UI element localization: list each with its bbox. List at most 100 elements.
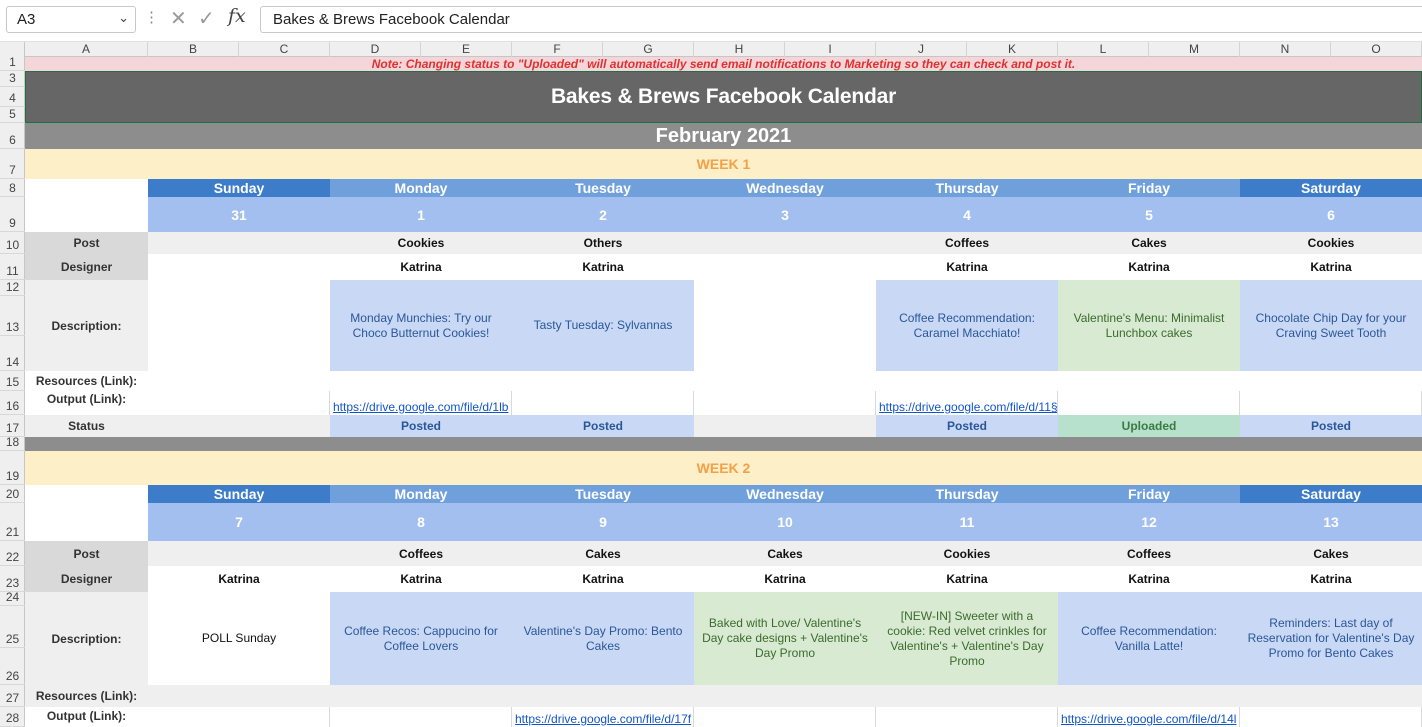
row-header[interactable]: 1	[0, 55, 25, 71]
status-cell[interactable]: Posted	[330, 415, 512, 437]
designer-name[interactable]: Katrina	[512, 566, 694, 592]
column-header[interactable]: L	[1058, 42, 1149, 57]
day-number[interactable]: 31	[148, 197, 330, 232]
post-category[interactable]: Cookies	[1240, 232, 1422, 254]
column-header[interactable]: I	[785, 42, 876, 57]
status-cell[interactable]: Posted	[512, 415, 694, 437]
designer-name[interactable]: Katrina	[1240, 566, 1422, 592]
post-category[interactable]	[148, 232, 330, 254]
designer-name[interactable]: Katrina	[148, 566, 330, 592]
status-cell[interactable]: Uploaded	[1058, 415, 1240, 437]
more-icon[interactable]: ⋮	[144, 8, 159, 26]
resources-row[interactable]	[148, 371, 1422, 391]
post-category[interactable]: Cookies	[330, 232, 512, 254]
status-cell[interactable]	[694, 415, 876, 437]
post-description[interactable]: Tasty Tuesday: Sylvannas	[512, 280, 694, 371]
output-link[interactable]: https://drive.google.com/file/d/11§	[876, 391, 1058, 415]
column-header[interactable]: G	[603, 42, 694, 57]
designer-name[interactable]: Katrina	[330, 254, 512, 280]
post-description[interactable]: Coffee Recos: Cappucino for Coffee Lover…	[330, 592, 512, 685]
row-header[interactable]: 18	[0, 435, 25, 451]
status-cell[interactable]: Posted	[1240, 415, 1422, 437]
post-category[interactable]	[694, 232, 876, 254]
day-number[interactable]: 5	[1058, 197, 1240, 232]
row-header[interactable]: 26	[0, 648, 25, 685]
column-header[interactable]: M	[1149, 42, 1240, 57]
post-description[interactable]	[148, 280, 330, 371]
row-header[interactable]: 22	[0, 541, 25, 566]
row-header[interactable]: 4	[0, 87, 25, 107]
chevron-down-icon[interactable]: ⌄	[118, 10, 129, 26]
column-header[interactable]: A	[25, 42, 148, 57]
column-header[interactable]: H	[694, 42, 785, 57]
post-category[interactable]: Coffees	[330, 541, 512, 566]
post-category[interactable]: Cakes	[694, 541, 876, 566]
day-number[interactable]: 2	[512, 197, 694, 232]
output-link[interactable]: https://drive.google.com/file/d/1lb	[330, 391, 512, 415]
post-category[interactable]: Cakes	[1058, 232, 1240, 254]
designer-name[interactable]: Katrina	[1058, 566, 1240, 592]
day-number[interactable]: 4	[876, 197, 1058, 232]
designer-name[interactable]: Katrina	[1240, 254, 1422, 280]
designer-name[interactable]	[148, 254, 330, 280]
post-description[interactable]: Baked with Love/ Valentine's Day cake de…	[694, 592, 876, 685]
row-header[interactable]: 20	[0, 485, 25, 503]
row-header[interactable]: 17	[0, 415, 25, 437]
row-header[interactable]: 28	[0, 707, 25, 727]
post-category[interactable]: Cookies	[876, 541, 1058, 566]
post-category[interactable]: Cakes	[1240, 541, 1422, 566]
designer-name[interactable]	[694, 254, 876, 280]
column-header[interactable]: E	[421, 42, 512, 57]
day-number[interactable]: 11	[876, 503, 1058, 541]
row-header[interactable]: 24	[0, 590, 25, 606]
post-description[interactable]: Monday Munchies: Try our Choco Butternut…	[330, 280, 512, 371]
post-category[interactable]: Cakes	[512, 541, 694, 566]
column-header[interactable]: O	[1331, 42, 1422, 57]
column-header[interactable]: N	[1240, 42, 1331, 57]
post-description[interactable]: Coffee Recommendation: Caramel Macchiato…	[876, 280, 1058, 371]
calendar-title[interactable]: Bakes & Brews Facebook Calendar	[25, 71, 1422, 123]
post-category[interactable]: Coffees	[876, 232, 1058, 254]
cancel-icon[interactable]: ✕	[170, 6, 187, 31]
row-header[interactable]: 27	[0, 685, 25, 707]
row-header[interactable]: 16	[0, 391, 25, 415]
output-link[interactable]: https://drive.google.com/file/d/17f	[512, 707, 694, 727]
column-header[interactable]: K	[967, 42, 1058, 57]
day-number[interactable]: 13	[1240, 503, 1422, 541]
row-header[interactable]: 11	[0, 254, 25, 280]
post-description[interactable]: Chocolate Chip Day for your Craving Swee…	[1240, 280, 1422, 371]
spreadsheet-grid[interactable]: Note: Changing status to "Uploaded" will…	[25, 57, 1422, 727]
day-number[interactable]: 9	[512, 503, 694, 541]
designer-name[interactable]: Katrina	[512, 254, 694, 280]
row-header[interactable]: 21	[0, 503, 25, 541]
post-description[interactable]: POLL Sunday	[148, 592, 330, 685]
day-number[interactable]: 10	[694, 503, 876, 541]
insert-function-icon[interactable]: fx	[228, 5, 246, 27]
row-header[interactable]: 23	[0, 566, 25, 592]
column-header[interactable]: C	[239, 42, 330, 57]
day-number[interactable]: 1	[330, 197, 512, 232]
row-header[interactable]: 13	[0, 296, 25, 336]
formula-input[interactable]: Bakes & Brews Facebook Calendar	[260, 6, 1422, 33]
day-number[interactable]: 6	[1240, 197, 1422, 232]
day-number[interactable]: 3	[694, 197, 876, 232]
designer-name[interactable]: Katrina	[694, 566, 876, 592]
row-header[interactable]: 19	[0, 451, 25, 485]
row-header[interactable]: 12	[0, 280, 25, 296]
row-header[interactable]: 9	[0, 197, 25, 232]
designer-name[interactable]: Katrina	[876, 254, 1058, 280]
post-category[interactable]: Others	[512, 232, 694, 254]
row-header[interactable]: 15	[0, 371, 25, 391]
row-header[interactable]: 8	[0, 179, 25, 197]
column-header[interactable]: B	[148, 42, 239, 57]
output-link[interactable]: https://drive.google.com/file/d/14l	[1058, 707, 1240, 727]
row-header[interactable]: 3	[0, 71, 25, 87]
post-description[interactable]: Coffee Recommendation: Vanilla Latte!	[1058, 592, 1240, 685]
post-description[interactable]: [NEW-IN] Sweeter with a cookie: Red velv…	[876, 592, 1058, 685]
row-header[interactable]: 6	[0, 123, 25, 149]
status-cell[interactable]: Posted	[876, 415, 1058, 437]
designer-name[interactable]: Katrina	[1058, 254, 1240, 280]
post-description[interactable]: Valentine's Menu: Minimalist Lunchbox ca…	[1058, 280, 1240, 371]
row-header[interactable]: 5	[0, 107, 25, 123]
post-description[interactable]: Valentine's Day Promo: Bento Cakes	[512, 592, 694, 685]
